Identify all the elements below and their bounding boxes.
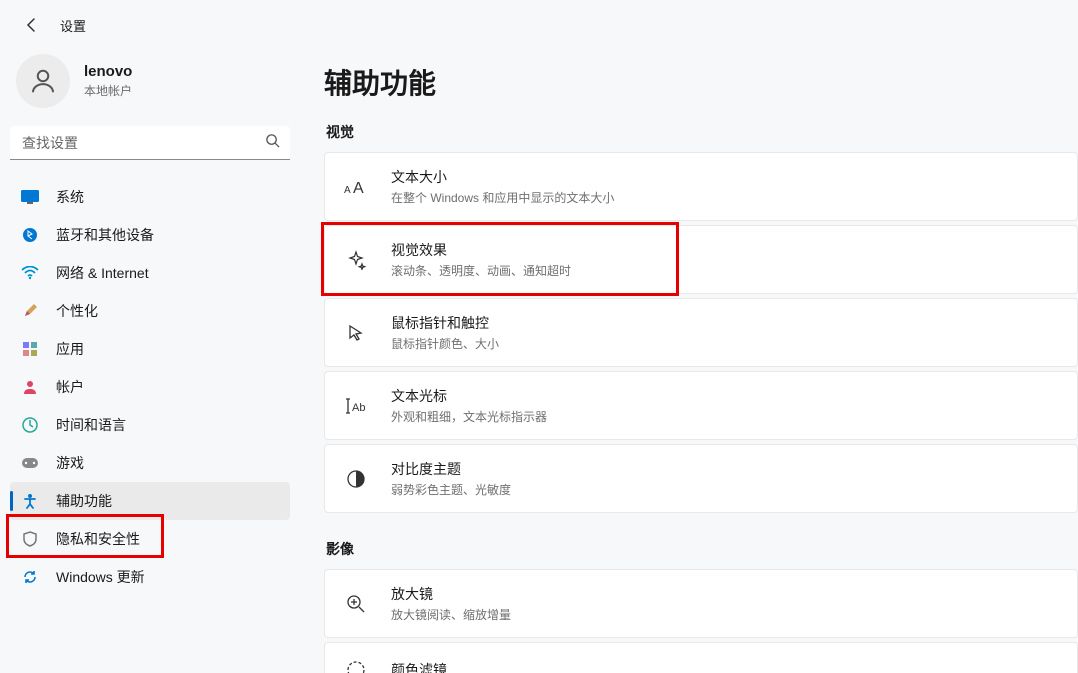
nav-label: 个性化 xyxy=(56,301,98,321)
card-title: 鼠标指针和触控 xyxy=(391,313,499,333)
contrast-icon xyxy=(343,466,369,492)
section-imaging: 影像 xyxy=(326,539,1078,559)
page-title: 辅助功能 xyxy=(324,62,1078,102)
nav-label: 隐私和安全性 xyxy=(56,529,140,549)
card-sub: 外观和粗细，文本光标指示器 xyxy=(391,408,547,425)
svg-text:A: A xyxy=(344,185,351,196)
card-sub: 放大镜阅读、缩放增量 xyxy=(391,606,511,623)
nav-label: 游戏 xyxy=(56,453,84,473)
search-icon xyxy=(265,133,280,153)
nav-network[interactable]: 网络 & Internet xyxy=(10,254,290,292)
globe-clock-icon xyxy=(20,415,40,435)
nav-label: 系统 xyxy=(56,187,84,207)
section-visual: 视觉 xyxy=(326,122,1078,142)
settings-title: 设置 xyxy=(60,16,86,35)
back-arrow-icon xyxy=(24,17,40,33)
avatar xyxy=(16,54,70,108)
card-text-cursor[interactable]: Ab 文本光标 外观和粗细，文本光标指示器 xyxy=(324,371,1078,440)
sidebar: lenovo 本地帐户 系统 蓝牙和其他设备 网络 & Internet xyxy=(0,50,300,673)
nav-personalization[interactable]: 个性化 xyxy=(10,292,290,330)
update-icon xyxy=(20,567,40,587)
search-input[interactable] xyxy=(10,126,290,160)
card-visual-effects[interactable]: 视觉效果 滚动条、透明度、动画、通知超时 xyxy=(324,225,1078,294)
nav-privacy[interactable]: 隐私和安全性 xyxy=(10,520,290,558)
nav-label: 时间和语言 xyxy=(56,415,126,435)
card-text-size[interactable]: AA 文本大小 在整个 Windows 和应用中显示的文本大小 xyxy=(324,152,1078,221)
color-filter-icon xyxy=(343,657,369,673)
wifi-icon xyxy=(20,263,40,283)
card-sub: 鼠标指针颜色、大小 xyxy=(391,335,499,352)
back-button[interactable] xyxy=(18,11,46,39)
nav-label: Windows 更新 xyxy=(56,567,145,587)
user-block[interactable]: lenovo 本地帐户 xyxy=(10,50,290,126)
card-title: 对比度主题 xyxy=(391,459,511,479)
main-content: 辅助功能 视觉 AA 文本大小 在整个 Windows 和应用中显示的文本大小 … xyxy=(300,50,1078,673)
display-icon xyxy=(20,187,40,207)
card-title: 视觉效果 xyxy=(391,240,571,260)
search-box xyxy=(10,126,290,160)
nav-label: 辅助功能 xyxy=(56,491,112,511)
apps-icon xyxy=(20,339,40,359)
text-size-icon: AA xyxy=(343,174,369,200)
brush-icon xyxy=(20,301,40,321)
card-title: 文本光标 xyxy=(391,386,547,406)
card-sub: 滚动条、透明度、动画、通知超时 xyxy=(391,262,571,279)
cursor-icon xyxy=(343,320,369,346)
card-title: 文本大小 xyxy=(391,167,614,187)
nav-system[interactable]: 系统 xyxy=(10,178,290,216)
person-icon xyxy=(28,66,58,96)
text-cursor-icon: Ab xyxy=(343,393,369,419)
nav-apps[interactable]: 应用 xyxy=(10,330,290,368)
nav-label: 网络 & Internet xyxy=(56,263,149,283)
nav: 系统 蓝牙和其他设备 网络 & Internet 个性化 应用 帐户 xyxy=(10,178,290,596)
accessibility-icon xyxy=(20,491,40,511)
nav-gaming[interactable]: 游戏 xyxy=(10,444,290,482)
nav-bluetooth[interactable]: 蓝牙和其他设备 xyxy=(10,216,290,254)
user-account-type: 本地帐户 xyxy=(84,82,132,99)
card-sub: 弱势彩色主题、光敏度 xyxy=(391,481,511,498)
nav-accessibility[interactable]: 辅助功能 xyxy=(10,482,290,520)
user-name: lenovo xyxy=(84,63,132,80)
nav-windows-update[interactable]: Windows 更新 xyxy=(10,558,290,596)
gamepad-icon xyxy=(20,453,40,473)
account-icon xyxy=(20,377,40,397)
card-color-filters[interactable]: 颜色滤镜 xyxy=(324,642,1078,673)
nav-accounts[interactable]: 帐户 xyxy=(10,368,290,406)
card-title: 放大镜 xyxy=(391,584,511,604)
card-mouse-pointer[interactable]: 鼠标指针和触控 鼠标指针颜色、大小 xyxy=(324,298,1078,367)
card-magnifier[interactable]: 放大镜 放大镜阅读、缩放增量 xyxy=(324,569,1078,638)
nav-label: 帐户 xyxy=(56,377,84,397)
shield-icon xyxy=(20,529,40,549)
svg-text:Ab: Ab xyxy=(352,402,365,414)
nav-label: 蓝牙和其他设备 xyxy=(56,225,154,245)
nav-label: 应用 xyxy=(56,339,84,359)
svg-text:A: A xyxy=(353,180,364,197)
nav-time-language[interactable]: 时间和语言 xyxy=(10,406,290,444)
card-contrast-themes[interactable]: 对比度主题 弱势彩色主题、光敏度 xyxy=(324,444,1078,513)
bluetooth-icon xyxy=(20,225,40,245)
card-title: 颜色滤镜 xyxy=(391,660,447,673)
card-sub: 在整个 Windows 和应用中显示的文本大小 xyxy=(391,189,614,206)
magnifier-plus-icon xyxy=(343,591,369,617)
sparkle-icon xyxy=(343,247,369,273)
